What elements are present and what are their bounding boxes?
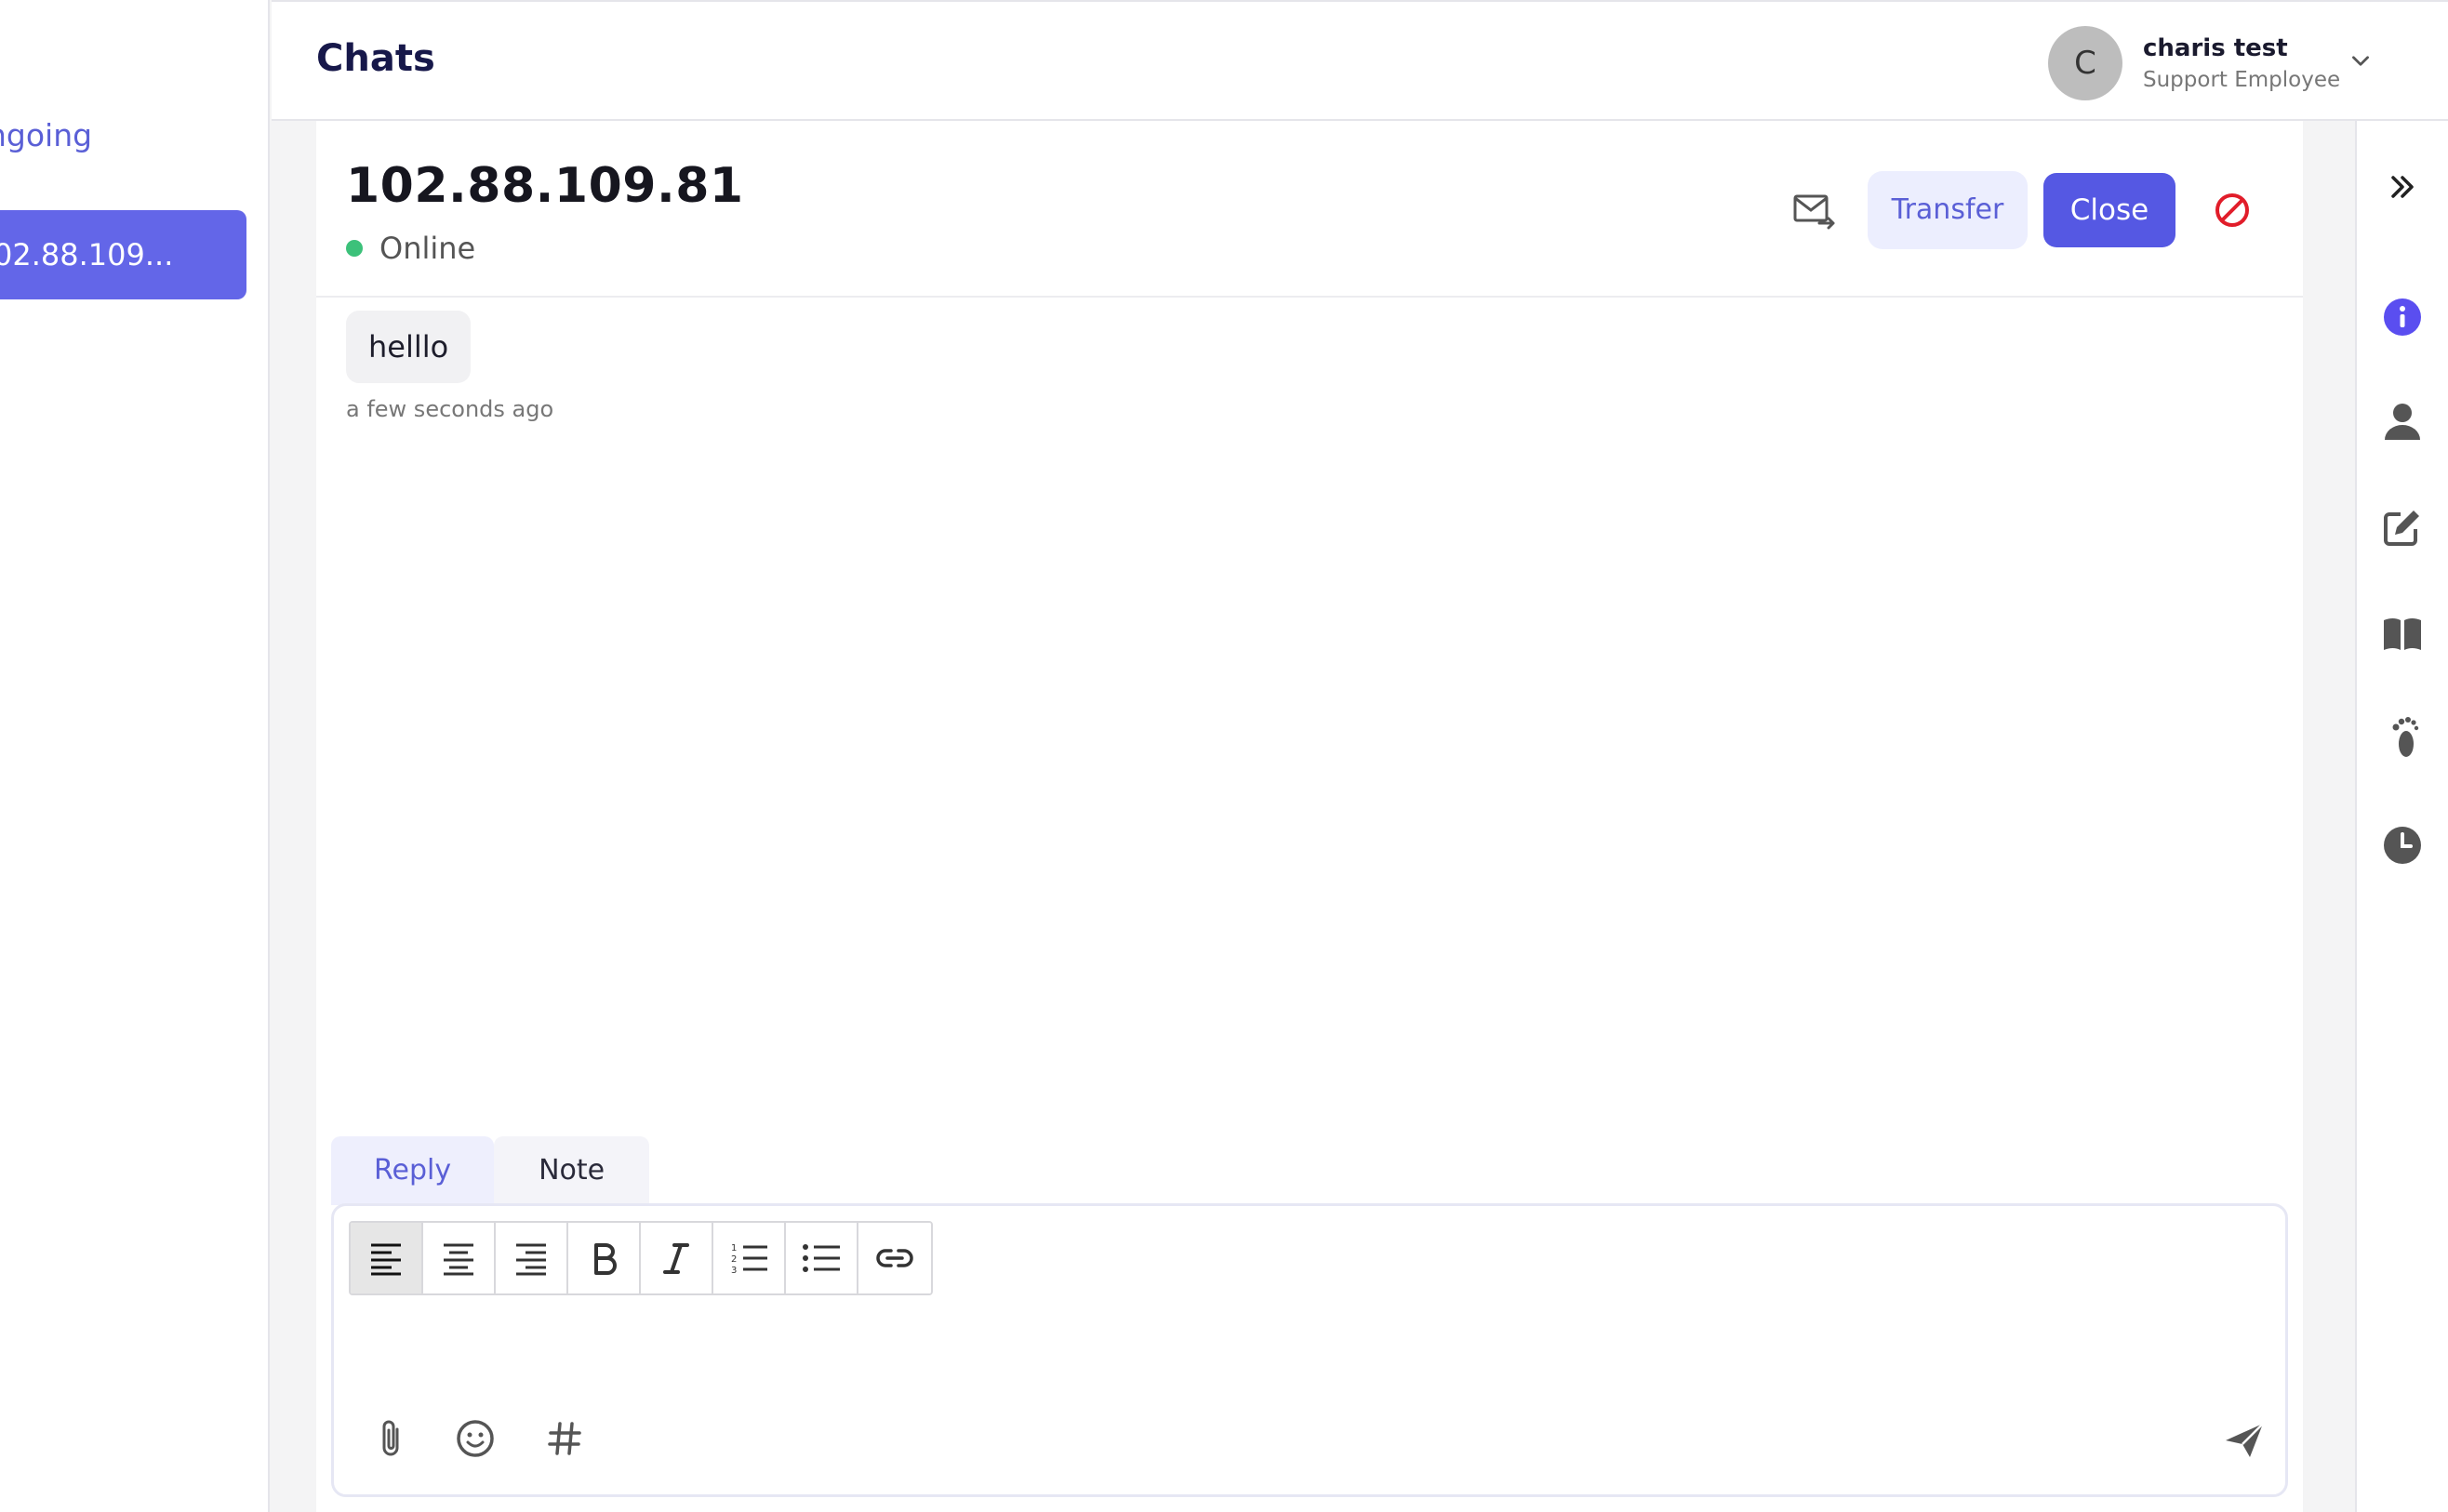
user-name: charis test: [2143, 34, 2288, 62]
user-info: charis test Support Employee: [2143, 34, 2340, 92]
edit-icon[interactable]: [2379, 504, 2426, 550]
clock-icon[interactable]: [2379, 822, 2426, 869]
visitor-title: 102.88.109.81: [346, 158, 744, 214]
svg-text:2: 2: [731, 1254, 737, 1265]
formatting-toolbar: 123: [349, 1221, 933, 1295]
paperclip-icon[interactable]: [368, 1416, 413, 1461]
footprints-icon[interactable]: [2379, 714, 2426, 761]
top-header: Chats C charis test Support Employee: [272, 0, 2448, 121]
bullet-list-icon[interactable]: [786, 1223, 858, 1293]
status-text: Online: [379, 231, 476, 266]
message-composer: 123: [331, 1203, 2288, 1497]
chat-panel: 102.88.109.81 Online Transfer Close hell…: [316, 121, 2303, 1512]
align-center-icon[interactable]: [423, 1223, 496, 1293]
user-role: Support Employee: [2143, 68, 2341, 92]
close-chat-button[interactable]: Close: [2043, 173, 2175, 247]
person-icon[interactable]: [2379, 398, 2426, 444]
page-title: Chats: [316, 37, 435, 80]
online-status-dot: [346, 240, 363, 257]
message-bubble: helllo: [346, 311, 472, 383]
link-icon[interactable]: [858, 1223, 931, 1293]
visitor-status: Online: [346, 231, 475, 266]
chevron-down-icon[interactable]: [2348, 48, 2373, 73]
user-menu[interactable]: C charis test Support Employee: [2048, 24, 2340, 102]
send-icon[interactable]: [2222, 1418, 2267, 1463]
right-tool-rail: [2355, 121, 2448, 1512]
align-right-icon[interactable]: [496, 1223, 568, 1293]
bold-icon[interactable]: [568, 1223, 641, 1293]
tab-note[interactable]: Note: [494, 1136, 650, 1205]
message-timestamp: a few seconds ago: [346, 396, 554, 422]
conversation-sidebar: ngoing 02.88.109...: [0, 0, 270, 1512]
avatar[interactable]: C: [2048, 26, 2122, 100]
tab-reply[interactable]: Reply: [331, 1136, 495, 1205]
ordered-list-icon[interactable]: 123: [713, 1223, 786, 1293]
ongoing-section-label[interactable]: ngoing: [0, 117, 92, 153]
message-input[interactable]: [353, 1310, 2268, 1403]
hashtag-icon[interactable]: [542, 1416, 587, 1461]
info-icon[interactable]: [2379, 294, 2426, 340]
conversation-item-active[interactable]: 02.88.109...: [0, 210, 246, 299]
svg-text:3: 3: [731, 1266, 737, 1276]
mail-forward-icon[interactable]: [1786, 182, 1843, 240]
chat-header: 102.88.109.81 Online Transfer Close: [316, 121, 2303, 298]
double-chevron-right-icon[interactable]: [2379, 164, 2426, 210]
book-icon[interactable]: [2379, 610, 2426, 657]
transfer-button[interactable]: Transfer: [1868, 171, 2028, 249]
align-left-icon[interactable]: [351, 1223, 423, 1293]
svg-text:1: 1: [731, 1243, 737, 1253]
italic-icon[interactable]: [641, 1223, 713, 1293]
composer-tabs: Reply Note: [331, 1136, 650, 1205]
ban-icon[interactable]: [2208, 186, 2256, 234]
emoji-icon[interactable]: [453, 1416, 498, 1461]
